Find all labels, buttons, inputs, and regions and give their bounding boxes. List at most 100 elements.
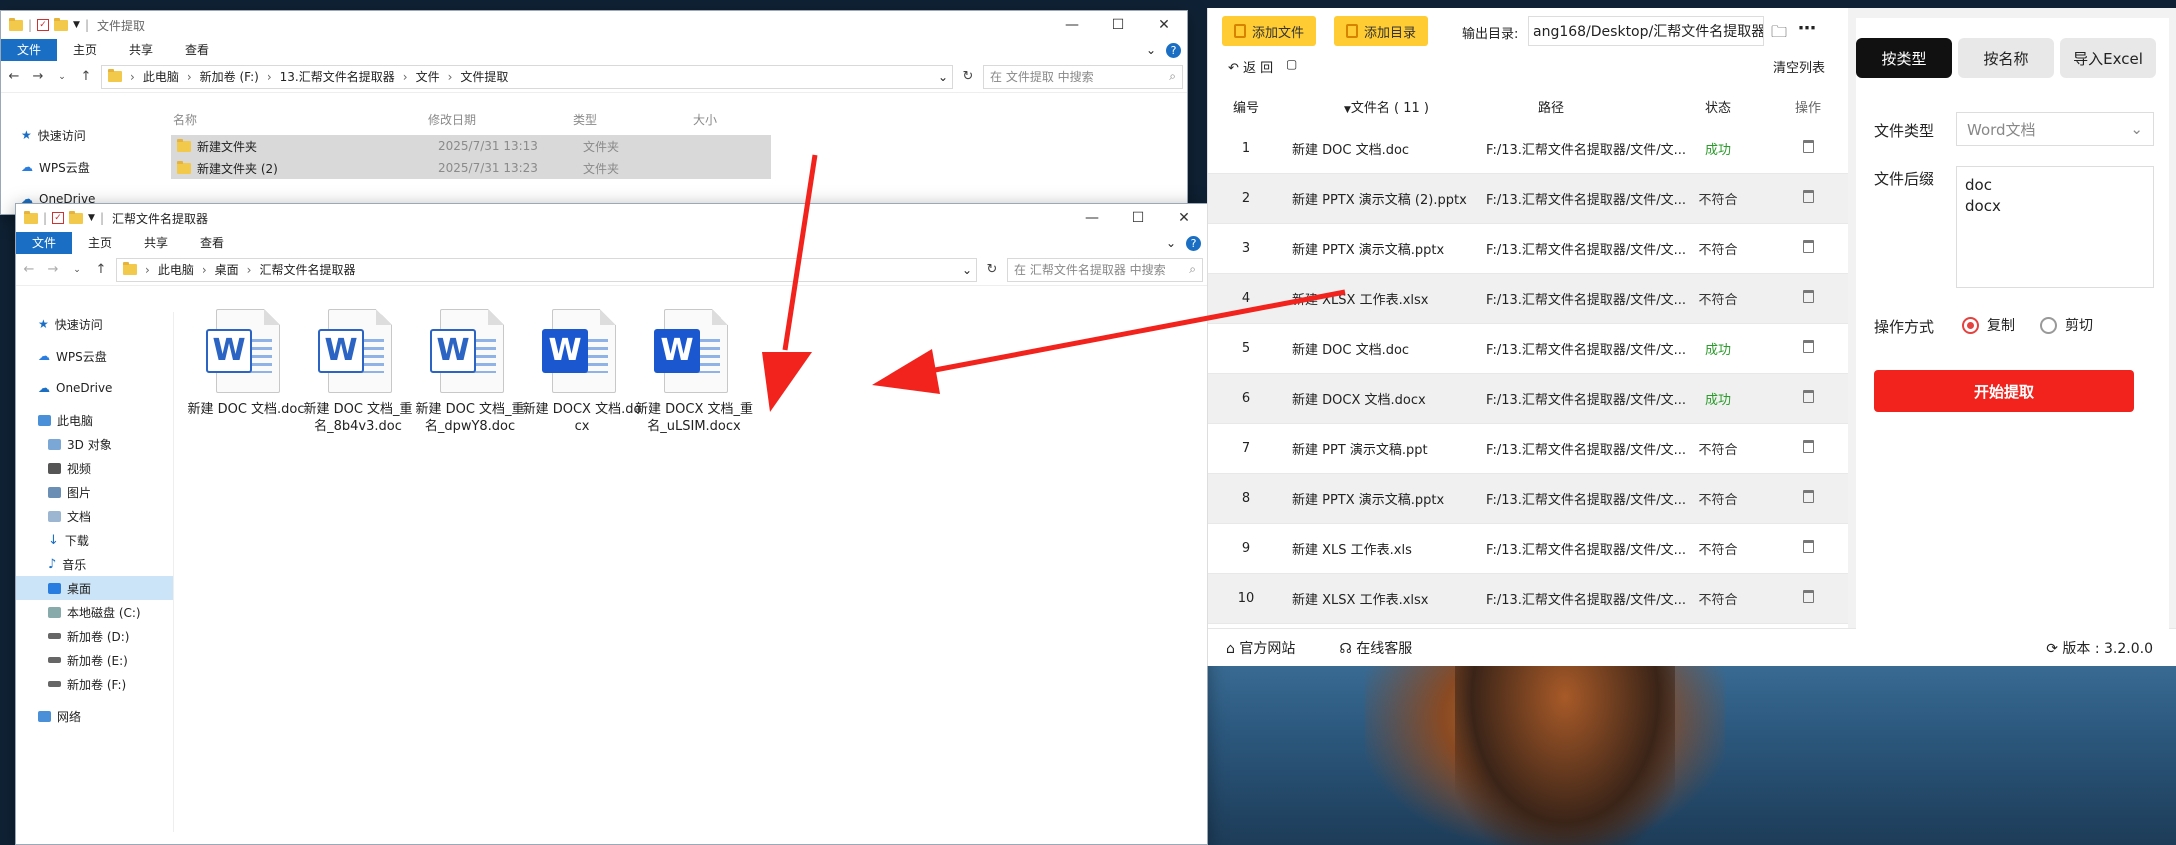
up-arrow-icon[interactable]: ↑ — [92, 262, 110, 277]
delete-icon[interactable] — [1768, 190, 1848, 207]
add-directory-button[interactable]: 添加目录 — [1334, 16, 1429, 46]
properties-icon[interactable]: ✓ — [37, 19, 50, 31]
column-size[interactable]: 大小 — [693, 111, 773, 128]
nav-item-drive-f[interactable]: 新加卷 (F:) — [16, 672, 173, 696]
radio-cut[interactable]: 剪切 — [2040, 315, 2093, 335]
new-folder-icon[interactable] — [69, 210, 84, 224]
back-arrow-icon[interactable]: ← — [5, 69, 23, 84]
breadcrumb-item[interactable]: 13.汇帮文件名提取器 — [280, 68, 395, 85]
open-folder-icon[interactable]: 🗀 — [1771, 21, 1787, 48]
nav-item-network[interactable]: 网络 — [16, 704, 173, 728]
delete-icon[interactable] — [1768, 540, 1848, 557]
recent-dropdown-icon[interactable]: ⌄ — [68, 265, 86, 275]
tab-home[interactable]: 主页 — [72, 232, 128, 254]
maximize-button[interactable]: ☐ — [1095, 17, 1141, 33]
back-arrow-icon[interactable]: ← — [20, 262, 38, 277]
file-item[interactable]: W 新建 DOCX 文档_重名_uLSIM.docx — [634, 309, 754, 435]
refresh-icon[interactable]: ▢ — [1286, 57, 1297, 71]
tab-share[interactable]: 共享 — [128, 232, 184, 254]
nav-item-documents[interactable]: 文档 — [16, 504, 173, 528]
minimize-button[interactable]: — — [1049, 17, 1095, 33]
table-row[interactable]: 8 新建 PPTX 演示文稿.pptx F:/13.汇帮文件名提取器/文件/文...… — [1208, 474, 1848, 524]
delete-icon[interactable] — [1768, 440, 1848, 457]
recent-dropdown-icon[interactable]: ⌄ — [53, 72, 71, 82]
column-name[interactable]: 名称 — [173, 111, 428, 128]
table-row[interactable]: 10 新建 XLSX 工作表.xlsx F:/13.汇帮文件名提取器/文件/文...… — [1208, 574, 1848, 624]
address-dropdown-icon[interactable]: ⌄ — [938, 70, 952, 84]
breadcrumb-item[interactable]: 新加卷 (F:) — [200, 68, 259, 85]
search-input[interactable]: 在 汇帮文件名提取器 中搜索 ⌕ — [1007, 257, 1203, 282]
add-file-button[interactable]: 添加文件 — [1222, 16, 1317, 46]
address-bar[interactable]: › 此电脑 › 桌面 › 汇帮文件名提取器 ⌄ — [116, 257, 977, 282]
new-folder-icon[interactable] — [54, 17, 69, 31]
tab-by-type[interactable]: 按类型 — [1856, 38, 1952, 78]
start-extract-button[interactable]: 开始提取 — [1874, 370, 2134, 412]
properties-icon[interactable]: ✓ — [52, 212, 65, 224]
forward-arrow-icon[interactable]: → — [44, 262, 62, 277]
online-service-link[interactable]: ☊ 在线客服 — [1339, 638, 1412, 658]
delete-icon[interactable] — [1768, 340, 1848, 357]
forward-arrow-icon[interactable]: → — [29, 69, 47, 84]
nav-item-wps-cloud[interactable]: ☁ WPS云盘 — [16, 344, 173, 368]
maximize-button[interactable]: ☐ — [1115, 210, 1161, 226]
column-date[interactable]: 修改日期 — [428, 111, 573, 128]
nav-item-drive-d[interactable]: 新加卷 (D:) — [16, 624, 173, 648]
nav-item-drive-c[interactable]: 本地磁盘 (C:) — [16, 600, 173, 624]
table-row[interactable]: 3 新建 PPTX 演示文稿.pptx F:/13.汇帮文件名提取器/文件/文...… — [1208, 224, 1848, 274]
delete-icon[interactable] — [1768, 490, 1848, 507]
nav-item-videos[interactable]: 视频 — [16, 456, 173, 480]
file-item[interactable]: W 新建 DOC 文档_重名_8b4v3.doc — [298, 309, 418, 435]
table-row[interactable]: 5 新建 DOC 文档.doc F:/13.汇帮文件名提取器/文件/文... 成功 — [1208, 324, 1848, 374]
search-input[interactable]: 在 文件提取 中搜索 ⌕ — [983, 64, 1183, 89]
file-item[interactable]: W 新建 DOCX 文档.docx — [522, 309, 642, 435]
nav-item-this-pc[interactable]: 此电脑 — [16, 408, 173, 432]
close-button[interactable]: ✕ — [1141, 17, 1187, 33]
tab-file[interactable]: 文件 — [1, 39, 58, 61]
nav-item-music[interactable]: ♪ 音乐 — [16, 552, 173, 576]
tab-by-name[interactable]: 按名称 — [1958, 38, 2054, 78]
col-name[interactable]: ▼文件名 ( 11 ) — [1284, 97, 1478, 116]
nav-item-onedrive[interactable]: ☁ OneDrive — [16, 376, 173, 400]
tab-view[interactable]: 查看 — [169, 39, 225, 61]
refresh-icon[interactable]: ↻ — [983, 262, 1001, 277]
more-icon[interactable]: ⋯ — [1798, 18, 1816, 39]
chevron-down-icon[interactable]: ⌄ — [1146, 43, 1156, 57]
breadcrumb-item[interactable]: 此电脑 — [143, 68, 179, 85]
tab-share[interactable]: 共享 — [113, 39, 169, 61]
chevron-down-icon[interactable]: ⌄ — [1166, 236, 1176, 250]
delete-icon[interactable] — [1768, 240, 1848, 257]
table-row[interactable]: 6 新建 DOCX 文档.docx F:/13.汇帮文件名提取器/文件/文... 成功 — [1208, 374, 1848, 424]
nav-item-3d-objects[interactable]: 3D 对象 — [16, 432, 173, 456]
table-row[interactable]: 1 新建 DOC 文档.doc F:/13.汇帮文件名提取器/文件/文... 成功 — [1208, 124, 1848, 174]
up-arrow-icon[interactable]: ↑ — [77, 69, 95, 84]
back-button[interactable]: ↶ 返 回 — [1228, 57, 1273, 76]
file-row[interactable]: 新建文件夹 2025/7/31 13:13 文件夹 — [171, 135, 771, 157]
delete-icon[interactable] — [1768, 290, 1848, 307]
tab-home[interactable]: 主页 — [57, 39, 113, 61]
delete-icon[interactable] — [1768, 140, 1848, 157]
clear-list-button[interactable]: 清空列表 — [1773, 57, 1825, 76]
nav-item-pictures[interactable]: 图片 — [16, 480, 173, 504]
close-button[interactable]: ✕ — [1161, 210, 1207, 226]
nav-item-desktop[interactable]: 桌面 — [16, 576, 173, 600]
breadcrumb-item[interactable]: 桌面 — [215, 261, 239, 278]
minimize-button[interactable]: — — [1069, 210, 1115, 226]
tab-file[interactable]: 文件 — [16, 232, 73, 254]
address-dropdown-icon[interactable]: ⌄ — [962, 263, 976, 277]
table-row[interactable]: 2 新建 PPTX 演示文稿 (2).pptx F:/13.汇帮文件名提取器/文件/… — [1208, 174, 1848, 224]
breadcrumb-item[interactable]: 文件提取 — [460, 68, 508, 85]
nav-item-drive-e[interactable]: 新加卷 (E:) — [16, 648, 173, 672]
column-type[interactable]: 类型 — [573, 111, 693, 128]
output-dir-field[interactable]: ang168/Desktop/汇帮文件名提取器 — [1528, 16, 1764, 46]
tab-view[interactable]: 查看 — [184, 232, 240, 254]
breadcrumb-item[interactable]: 汇帮文件名提取器 — [259, 261, 355, 278]
delete-icon[interactable] — [1768, 390, 1848, 407]
delete-icon[interactable] — [1768, 590, 1848, 607]
nav-item-downloads[interactable]: ↓ 下载 — [16, 528, 173, 552]
table-row[interactable]: 7 新建 PPT 演示文稿.ppt F:/13.汇帮文件名提取器/文件/文... 不符… — [1208, 424, 1848, 474]
refresh-icon[interactable]: ↻ — [959, 69, 977, 84]
nav-item-quick-access[interactable]: ★ 快速访问 — [16, 312, 173, 336]
radio-copy[interactable]: 复制 — [1962, 315, 2015, 335]
suffix-textarea[interactable]: doc docx — [1956, 166, 2154, 288]
nav-item-quick-access[interactable]: ★ 快速访问 — [21, 123, 161, 147]
